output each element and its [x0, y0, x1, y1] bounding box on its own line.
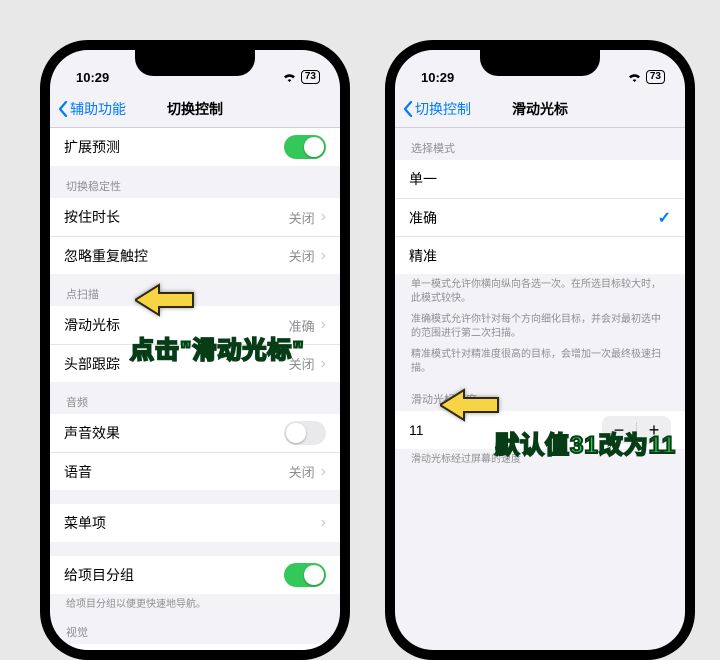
footer-mode1: 单一模式允许你横向纵向各选一次。在所选目标较大时，此模式较快。	[395, 274, 685, 305]
row-value: 关闭	[289, 208, 315, 227]
chevron-right-icon: ›	[321, 317, 326, 333]
chevron-right-icon: ›	[321, 248, 326, 264]
chevron-right-icon: ›	[321, 515, 326, 531]
row-label: 语音	[64, 462, 289, 482]
annotation-caption-right: 默认值31改为11	[495, 425, 676, 460]
header-point-scan: 点扫描	[50, 274, 340, 306]
switch-sound[interactable]	[284, 421, 326, 445]
header-mode: 选择模式	[395, 128, 685, 160]
content-right[interactable]: 选择模式 单一 准确 ✓ 精准 单一模式允许你横向纵向各选一次。在所选目标较大时…	[395, 128, 685, 650]
header-audio: 音频	[50, 382, 340, 414]
annotation-arrow-left	[135, 283, 195, 317]
row-menu-items[interactable]: 菜单项 ›	[50, 504, 340, 542]
footer-mode3: 精准模式针对精准度很高的目标，会增加一次最终极速扫描。	[395, 340, 685, 375]
row-label: 准确	[409, 208, 658, 228]
row-label: 扩展预测	[64, 137, 284, 157]
row-label: 单一	[409, 169, 671, 189]
row-sound-effects[interactable]: 声音效果	[50, 414, 340, 452]
row-expand-predict[interactable]: 扩展预测	[50, 128, 340, 166]
chevron-right-icon: ›	[321, 209, 326, 225]
screen-right: 10:29 73 切换控制 滑动光标 选择模式 单一 准确	[395, 50, 685, 650]
checkmark-icon: ✓	[658, 208, 671, 228]
row-label: 按住时长	[64, 207, 289, 227]
row-value: 关闭	[289, 246, 315, 265]
row-label: 精准	[409, 246, 671, 266]
annotation-caption-left: 点击"滑动光标"	[130, 330, 305, 365]
header-visual: 视觉	[50, 612, 340, 644]
footer-mode2: 准确模式允许你针对每个方向细化目标，并会对最初选中的范围进行第二次扫描。	[395, 305, 685, 340]
chevron-right-icon: ›	[321, 356, 326, 372]
header-speed: 滑动光标速度	[395, 375, 685, 411]
annotation-arrow-right	[440, 388, 500, 422]
row-label: 忽略重复触控	[64, 246, 289, 266]
row-label: 声音效果	[64, 423, 284, 443]
nav-title: 滑动光标	[395, 99, 685, 119]
phone-right: 10:29 73 切换控制 滑动光标 选择模式 单一 准确	[385, 40, 695, 660]
switch-expand[interactable]	[284, 135, 326, 159]
row-ignore-repeat[interactable]: 忽略重复触控 关闭 ›	[50, 236, 340, 274]
battery-indicator: 73	[646, 70, 665, 84]
row-mode-accurate[interactable]: 准确 ✓	[395, 198, 685, 236]
status-time: 10:29	[421, 70, 454, 85]
nav-bar: 辅助功能 切换控制	[50, 90, 340, 128]
nav-bar: 切换控制 滑动光标	[395, 90, 685, 128]
row-big-cursor[interactable]: 大光标	[50, 644, 340, 651]
row-label: 给项目分组	[64, 565, 284, 585]
status-time: 10:29	[76, 70, 109, 85]
row-hold-duration[interactable]: 按住时长 关闭 ›	[50, 198, 340, 236]
content-left[interactable]: 扩展预测 切换稳定性 按住时长 关闭 › 忽略重复触控 关闭 › 点扫描	[50, 128, 340, 650]
footer-group: 给项目分组以便更快速地导航。	[50, 594, 340, 612]
row-mode-single[interactable]: 单一	[395, 160, 685, 198]
notch	[135, 50, 255, 76]
battery-indicator: 73	[301, 70, 320, 84]
header-stability: 切换稳定性	[50, 166, 340, 198]
row-value: 关闭	[289, 462, 315, 481]
wifi-icon	[627, 70, 642, 85]
wifi-icon	[282, 70, 297, 85]
row-label: 菜单项	[64, 513, 315, 533]
row-mode-precise[interactable]: 精准	[395, 236, 685, 274]
row-voice[interactable]: 语音 关闭 ›	[50, 452, 340, 490]
chevron-right-icon: ›	[321, 464, 326, 480]
switch-group[interactable]	[284, 563, 326, 587]
row-group-items[interactable]: 给项目分组	[50, 556, 340, 594]
notch	[480, 50, 600, 76]
nav-title: 切换控制	[50, 99, 340, 119]
